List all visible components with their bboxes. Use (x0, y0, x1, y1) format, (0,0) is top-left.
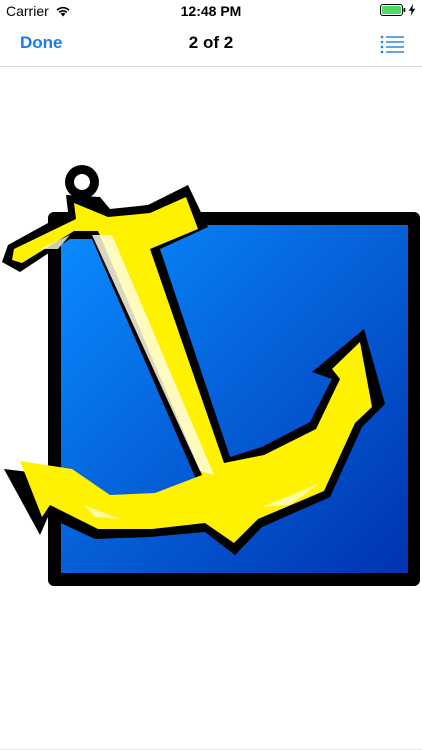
navigation-bar: Done 2 of 2 (0, 22, 422, 67)
list-icon[interactable] (380, 34, 404, 54)
screen: Carrier 12:48 PM Done 2 of 2 (0, 0, 422, 750)
anchor-icon[interactable] (0, 157, 422, 657)
status-time: 12:48 PM (180, 3, 242, 19)
status-right (380, 4, 416, 16)
battery-icon (380, 4, 406, 16)
page-counter-title: 2 of 2 (188, 33, 234, 52)
content-area (0, 67, 422, 750)
charging-bolt-icon (408, 4, 416, 16)
status-bar: Carrier 12:48 PM (0, 0, 422, 22)
